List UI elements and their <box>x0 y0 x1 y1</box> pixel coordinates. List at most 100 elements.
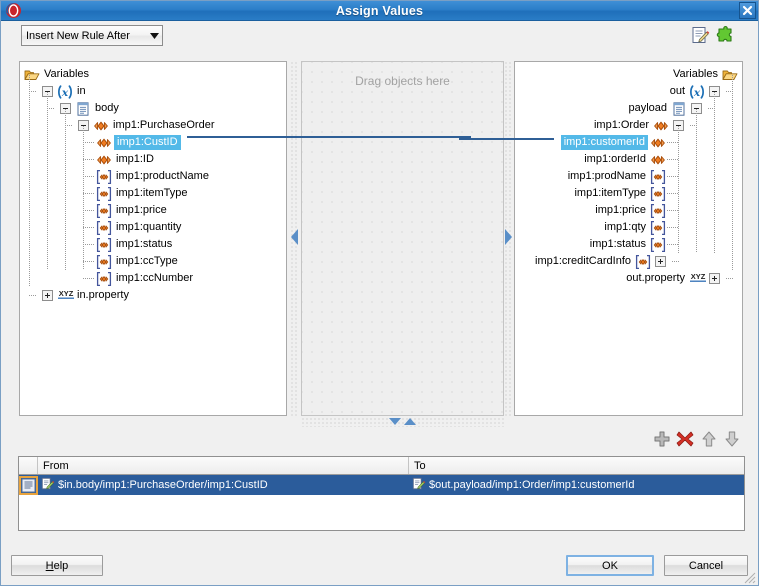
plus-icon[interactable] <box>653 430 671 448</box>
tree-node-imp1-price[interactable]: imp1:price <box>593 202 666 219</box>
tree-node-imp1-custid[interactable]: imp1:CustID <box>96 134 181 151</box>
table-header-from: From <box>38 457 409 474</box>
tree-guide-line <box>83 227 95 228</box>
tree-guide-line <box>83 159 95 160</box>
tree-node-imp1-qty[interactable]: imp1:qty <box>602 219 666 236</box>
svg-text:XYZ: XYZ <box>59 289 74 298</box>
tree-node-variables[interactable]: Variables <box>24 66 91 83</box>
window-titlebar: Assign Values <box>1 1 758 21</box>
tree-node-variables[interactable]: Variables <box>671 66 738 83</box>
element-icon <box>653 118 669 134</box>
arrow-down-icon[interactable] <box>723 430 741 448</box>
help-button[interactable]: Help <box>11 555 103 576</box>
attribute-icon <box>96 254 112 270</box>
tree-node-imp1-itemtype[interactable]: imp1:itemType <box>96 185 190 202</box>
table-header-row: From To <box>19 457 744 475</box>
tree-guide-line <box>667 142 679 143</box>
tree-node-label: imp1:CustID <box>114 135 181 150</box>
tree-node-imp1-customerid[interactable]: imp1:customerId <box>560 134 666 151</box>
tree-guide-line <box>667 193 679 194</box>
tree-guide-line <box>83 125 84 270</box>
target-variables-tree[interactable]: Variables x out payload imp1:Order imp1:custo… <box>514 61 743 416</box>
tree-node-imp1-status[interactable]: imp1:status <box>588 236 666 253</box>
drag-objects-hint: Drag objects here <box>355 74 450 88</box>
expression-edit-icon[interactable] <box>412 477 426 494</box>
tree-node-body[interactable]: body <box>60 100 121 117</box>
tree-guide-line <box>732 74 733 270</box>
insert-rule-dropdown[interactable]: Insert New Rule After <box>21 25 163 46</box>
window-title: Assign Values <box>335 3 424 18</box>
tree-node-imp1-price[interactable]: imp1:price <box>96 202 169 219</box>
delete-x-icon[interactable] <box>676 430 694 448</box>
table-row[interactable]: $in.body/imp1:PurchaseOrder/imp1:CustID … <box>19 475 744 495</box>
tree-node-imp1-creditcardinfo[interactable]: imp1:creditCardInfo <box>533 253 666 270</box>
tree-node-label: imp1:price <box>116 204 167 216</box>
expand-node-icon[interactable] <box>655 256 666 267</box>
edit-document-icon[interactable] <box>690 25 710 45</box>
attribute-icon <box>650 186 666 202</box>
tree-node-imp1-orderid[interactable]: imp1:orderId <box>582 151 666 168</box>
tree-node-label: body <box>95 102 119 114</box>
tree-guide-line <box>83 261 95 262</box>
table-cell-to[interactable]: $out.payload/imp1:Order/imp1:customerId <box>409 475 744 495</box>
table-cell-to-text: $out.payload/imp1:Order/imp1:customerId <box>429 479 635 491</box>
tree-node-imp1-order[interactable]: imp1:Order <box>592 117 684 134</box>
tree-guide-line <box>47 108 54 109</box>
tree-node-out[interactable]: x out <box>668 83 720 100</box>
expression-edit-icon[interactable] <box>41 477 55 494</box>
tree-node-imp1-quantity[interactable]: imp1:quantity <box>96 219 183 236</box>
tree-guide-line <box>726 278 733 279</box>
tree-node-imp1-purchaseorder[interactable]: imp1:PurchaseOrder <box>78 117 217 134</box>
tree-guide-line <box>29 74 30 287</box>
attribute-icon <box>650 220 666 236</box>
row-selector-icon[interactable] <box>19 475 38 495</box>
resize-grip-icon[interactable] <box>744 572 756 584</box>
element-icon <box>650 135 666 151</box>
close-icon[interactable] <box>739 2 756 19</box>
tree-node-label: out.property <box>626 272 685 284</box>
left-splitter[interactable] <box>290 61 299 416</box>
dialog-toolbar: Insert New Rule After <box>1 22 758 50</box>
variable-icon: x <box>57 84 73 100</box>
tree-node-in-property[interactable]: XYZ in.property <box>42 287 131 304</box>
tree-node-label: in <box>77 85 86 97</box>
element-icon <box>93 118 109 134</box>
puzzle-piece-icon[interactable] <box>715 25 735 45</box>
expand-node-icon[interactable] <box>42 290 53 301</box>
attribute-icon <box>96 203 112 219</box>
expand-node-icon[interactable] <box>709 273 720 284</box>
table-cell-from[interactable]: $in.body/imp1:PurchaseOrder/imp1:CustID <box>38 475 409 495</box>
source-variables-tree[interactable]: Variables x in body imp1:PurchaseOrder imp1:C… <box>19 61 287 416</box>
tree-node-out-property[interactable]: XYZ out.property <box>624 270 720 287</box>
mapping-link-segment-right <box>459 138 554 140</box>
tree-node-payload[interactable]: payload <box>626 100 702 117</box>
tree-node-imp1-ccnumber[interactable]: imp1:ccNumber <box>96 270 195 287</box>
bottom-splitter[interactable] <box>301 417 504 427</box>
tree-node-imp1-id[interactable]: imp1:ID <box>96 151 156 168</box>
right-splitter[interactable] <box>504 61 513 416</box>
tree-node-label: Variables <box>672 68 718 80</box>
dialog-button-bar: Help OK Cancel <box>1 546 758 585</box>
functions-canvas[interactable]: Drag objects here <box>301 61 504 416</box>
oracle-logo-icon <box>5 2 22 19</box>
tree-node-label: imp1:creditCardInfo <box>535 255 631 267</box>
tree-node-label: imp1:itemType <box>116 187 188 199</box>
tree-guide-line <box>83 210 95 211</box>
tree-node-in[interactable]: x in <box>42 83 88 100</box>
tree-node-imp1-productname[interactable]: imp1:productName <box>96 168 211 185</box>
mapping-toolbar <box>1 429 758 451</box>
tree-node-label: out <box>669 85 685 97</box>
ok-button[interactable]: OK <box>566 555 654 576</box>
tree-node-imp1-itemtype[interactable]: imp1:itemType <box>572 185 666 202</box>
tree-node-label: imp1:ccType <box>116 255 178 267</box>
splitter-right-arrow-icon <box>505 229 512 248</box>
tree-guide-line <box>29 295 36 296</box>
attribute-icon <box>650 237 666 253</box>
tree-node-imp1-prodname[interactable]: imp1:prodName <box>566 168 666 185</box>
tree-node-imp1-status[interactable]: imp1:status <box>96 236 174 253</box>
cancel-button[interactable]: Cancel <box>664 555 748 576</box>
arrow-up-icon[interactable] <box>700 430 718 448</box>
help-button-label: Help <box>45 559 69 572</box>
tree-node-imp1-cctype[interactable]: imp1:ccType <box>96 253 180 270</box>
mapping-table[interactable]: From To $in.body/imp1:PurchaseOrder/imp1… <box>18 456 745 531</box>
